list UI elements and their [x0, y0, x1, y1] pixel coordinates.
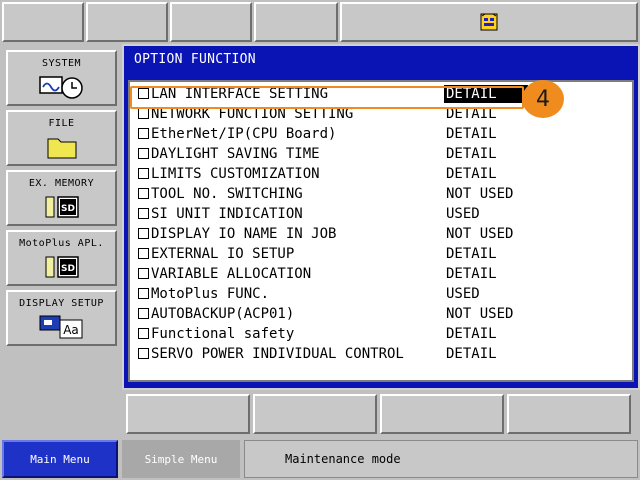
page-title: OPTION FUNCTION [134, 52, 256, 67]
option-row-servo-power[interactable]: SERVO POWER INDIVIDUAL CONTROL DETAIL [138, 344, 528, 364]
option-label: VARIABLE ALLOCATION [151, 266, 312, 282]
option-row-display-io-name[interactable]: DISPLAY IO NAME IN JOB NOT USED [138, 224, 528, 244]
option-value[interactable]: NOT USED [444, 185, 528, 203]
checkbox-icon [138, 228, 149, 239]
menu-ex-memory-button[interactable]: EX. MEMORY SD [6, 170, 117, 226]
option-row-limits-customization[interactable]: LIMITS CUSTOMIZATION DETAIL [138, 164, 528, 184]
option-value[interactable]: USED [444, 285, 528, 303]
checkbox-icon [138, 268, 149, 279]
checkbox-icon [138, 128, 149, 139]
main-menu-button[interactable]: Main Menu [2, 440, 118, 478]
top-bar [0, 0, 640, 44]
option-label: SERVO POWER INDIVIDUAL CONTROL [151, 346, 404, 362]
checkbox-icon [138, 248, 149, 259]
checkbox-icon [138, 208, 149, 219]
highlight-frame [130, 86, 524, 109]
option-label: DISPLAY IO NAME IN JOB [151, 226, 337, 242]
option-value[interactable]: DETAIL [444, 265, 528, 283]
menu-label: MotoPlus APL. [19, 238, 104, 249]
checkbox-icon [138, 188, 149, 199]
menu-label: SYSTEM [41, 58, 82, 69]
option-label: AUTOBACKUP(ACP01) [151, 306, 295, 322]
top-button-4[interactable] [254, 2, 338, 42]
softkey-4[interactable] [507, 394, 631, 434]
softkey-1[interactable] [126, 394, 250, 434]
option-row-functional-safety[interactable]: Functional safety DETAIL [138, 324, 528, 344]
option-value[interactable]: USED [444, 205, 528, 223]
option-label: MotoPlus FUNC. [151, 286, 270, 302]
option-value[interactable]: NOT USED [444, 225, 528, 243]
option-value[interactable]: DETAIL [444, 165, 528, 183]
option-label: EtherNet/IP(CPU Board) [151, 126, 337, 142]
option-row-autobackup[interactable]: AUTOBACKUP(ACP01) NOT USED [138, 304, 528, 324]
clock-icon [38, 74, 86, 100]
option-row-variable-allocation[interactable]: VARIABLE ALLOCATION DETAIL [138, 264, 528, 284]
menu-label: FILE [48, 118, 75, 129]
menu-file-button[interactable]: FILE [6, 110, 117, 166]
folder-icon [47, 134, 77, 160]
menu-motoplus-apl-button[interactable]: MotoPlus APL. SD [6, 230, 117, 286]
menu-label: DISPLAY SETUP [19, 298, 104, 309]
option-label: Functional safety [151, 326, 295, 342]
option-row-tool-switching[interactable]: TOOL NO. SWITCHING NOT USED [138, 184, 528, 204]
option-row-si-unit[interactable]: SI UNIT INDICATION USED [138, 204, 528, 224]
softkey-2[interactable] [253, 394, 377, 434]
step-number-badge: 4 [522, 80, 564, 118]
option-row-external-io[interactable]: EXTERNAL IO SETUP DETAIL [138, 244, 528, 264]
option-row-daylight-saving[interactable]: DAYLIGHT SAVING TIME DETAIL [138, 144, 528, 164]
sd-card-icon: SD [42, 194, 82, 220]
softkey-3[interactable] [380, 394, 504, 434]
display-font-icon: Aa [38, 314, 86, 340]
option-value[interactable]: DETAIL [444, 345, 528, 363]
option-label: EXTERNAL IO SETUP [151, 246, 295, 262]
option-label: TOOL NO. SWITCHING [151, 186, 303, 202]
checkbox-icon [138, 328, 149, 339]
left-menu: SYSTEM FILE EX. MEMORY SD MotoPlus APL. … [0, 44, 122, 438]
checkbox-icon [138, 108, 149, 119]
option-value[interactable]: DETAIL [444, 145, 528, 163]
svg-text:SD: SD [61, 264, 75, 274]
option-row-motoplus-func[interactable]: MotoPlus FUNC. USED [138, 284, 528, 304]
option-value[interactable]: NOT USED [444, 305, 528, 323]
bottom-bar: Main Menu Simple Menu Maintenance mode [0, 438, 640, 480]
option-label: SI UNIT INDICATION [151, 206, 303, 222]
svg-text:SD: SD [61, 204, 75, 214]
menu-system-button[interactable]: SYSTEM [6, 50, 117, 106]
checkbox-icon [138, 348, 149, 359]
softkey-bar [122, 390, 640, 438]
checkbox-icon [138, 288, 149, 299]
menu-label: EX. MEMORY [28, 178, 95, 189]
top-button-3[interactable] [170, 2, 252, 42]
security-mode-icon [480, 13, 498, 31]
option-value[interactable]: DETAIL [444, 125, 528, 143]
option-value[interactable]: DETAIL [444, 245, 528, 263]
menu-display-setup-button[interactable]: DISPLAY SETUP Aa [6, 290, 117, 346]
sd-card-icon: SD [42, 254, 82, 280]
status-message: Maintenance mode [244, 440, 638, 478]
option-label: DAYLIGHT SAVING TIME [151, 146, 320, 162]
checkbox-icon [138, 308, 149, 319]
top-button-1[interactable] [2, 2, 84, 42]
option-label: LIMITS CUSTOMIZATION [151, 166, 320, 182]
top-button-2[interactable] [86, 2, 168, 42]
status-area [340, 2, 638, 42]
checkbox-icon [138, 168, 149, 179]
option-row-ethernet-ip[interactable]: EtherNet/IP(CPU Board) DETAIL [138, 124, 528, 144]
simple-menu-button[interactable]: Simple Menu [122, 440, 240, 478]
checkbox-icon [138, 148, 149, 159]
svg-text:Aa: Aa [63, 323, 79, 337]
option-value[interactable]: DETAIL [444, 325, 528, 343]
option-list: LAN INTERFACE SETTING DETAIL NETWORK FUN… [128, 80, 634, 382]
